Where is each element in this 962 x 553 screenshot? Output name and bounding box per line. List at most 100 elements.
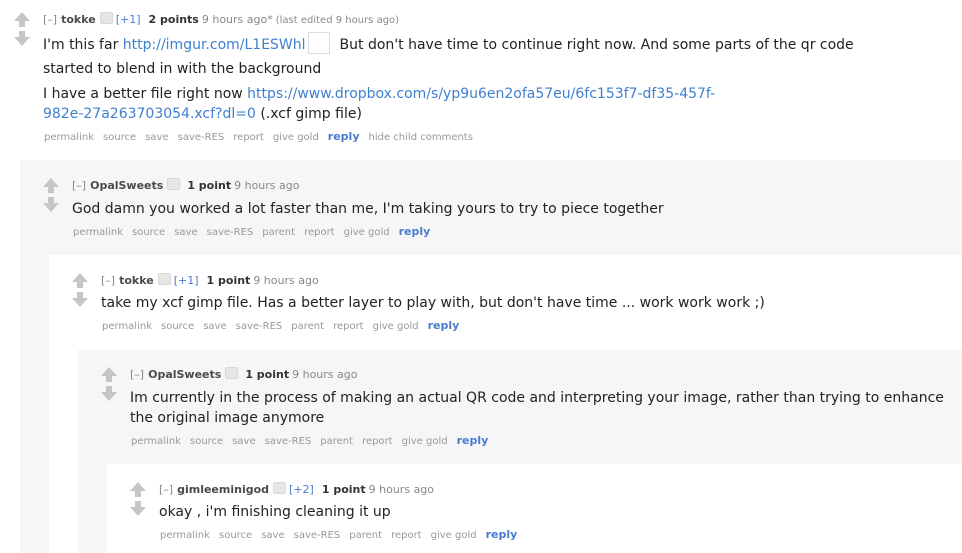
- comment-text: Im currently in the process of making an…: [130, 390, 944, 406]
- upvote-arrow-icon[interactable]: [43, 178, 59, 193]
- comment-author[interactable]: OpalSweets: [90, 179, 163, 192]
- dropbox-link-continued[interactable]: 982e-27a263703054.xcf?dl=0: [43, 106, 256, 122]
- downvote-arrow-icon[interactable]: [101, 386, 117, 401]
- reply-button[interactable]: reply: [328, 130, 360, 143]
- permalink-button[interactable]: permalink: [44, 132, 94, 143]
- permalink-button[interactable]: permalink: [131, 436, 181, 447]
- downvote-arrow-icon[interactable]: [130, 501, 146, 516]
- permalink-button[interactable]: permalink: [102, 321, 152, 332]
- save-button[interactable]: save: [203, 321, 226, 332]
- comment-author[interactable]: tokke: [119, 274, 154, 287]
- parent-button[interactable]: parent: [320, 436, 353, 447]
- comment-score: 1 point: [321, 483, 366, 496]
- collapse-toggle[interactable]: [–]: [72, 179, 86, 192]
- comment-text: the original image anymore: [130, 410, 325, 426]
- collapse-toggle[interactable]: [–]: [101, 274, 115, 287]
- save-button[interactable]: save: [145, 132, 168, 143]
- user-tag-icon[interactable]: [157, 273, 171, 285]
- give-gold-button[interactable]: give gold: [402, 436, 448, 447]
- parent-button[interactable]: parent: [291, 321, 324, 332]
- comment-time: 9 hours ago*: [201, 13, 273, 26]
- give-gold-button[interactable]: give gold: [373, 321, 419, 332]
- edited-note: (last edited 9 hours ago): [275, 15, 400, 26]
- collapse-toggle[interactable]: [–]: [130, 368, 144, 381]
- comment-text: I have a better file right now: [43, 86, 248, 102]
- comment-tagline: [–] OpalSweets 1 point 9 hours ago: [72, 178, 299, 192]
- save-res-button[interactable]: save-RES: [236, 321, 283, 332]
- save-button[interactable]: save: [261, 530, 284, 541]
- save-res-button[interactable]: save-RES: [178, 132, 225, 143]
- comment-author[interactable]: gimleeminigod: [177, 483, 269, 496]
- user-karma-tag[interactable]: [+2]: [289, 483, 314, 496]
- downvote-arrow-icon[interactable]: [72, 292, 88, 307]
- reply-button[interactable]: reply: [399, 225, 431, 238]
- comment-author[interactable]: tokke: [61, 13, 96, 26]
- save-res-button[interactable]: save-RES: [265, 436, 312, 447]
- comment-text: take my xcf gimp file. Has a better laye…: [101, 295, 765, 311]
- report-button[interactable]: report: [362, 436, 393, 447]
- parent-button[interactable]: parent: [262, 227, 295, 238]
- reply-button[interactable]: reply: [457, 434, 489, 447]
- source-button[interactable]: source: [161, 321, 194, 332]
- collapse-toggle[interactable]: [–]: [43, 13, 57, 26]
- upvote-arrow-icon[interactable]: [101, 367, 117, 382]
- comment-text: okay , i'm finishing cleaning it up: [159, 504, 391, 520]
- comment-text: I'm this far: [43, 37, 123, 53]
- comment-text: God damn you worked a lot faster than me…: [72, 201, 664, 217]
- comment-score: 1 point: [245, 368, 290, 381]
- user-karma-tag[interactable]: [+1]: [174, 274, 199, 287]
- upvote-arrow-icon[interactable]: [14, 12, 30, 27]
- comment-time: 9 hours ago: [253, 274, 319, 287]
- report-button[interactable]: report: [233, 132, 264, 143]
- report-button[interactable]: report: [304, 227, 335, 238]
- comment-actions: permalink source save save-RES report give go…: [44, 130, 482, 143]
- upvote-arrow-icon[interactable]: [72, 273, 88, 288]
- comment-text: started to blend in with the background: [43, 61, 322, 77]
- save-res-button[interactable]: save-RES: [207, 227, 254, 238]
- give-gold-button[interactable]: give gold: [344, 227, 390, 238]
- source-button[interactable]: source: [132, 227, 165, 238]
- comment-actions: permalink source save save-RES parent report g…: [160, 528, 526, 541]
- user-tag-icon[interactable]: [273, 482, 287, 494]
- give-gold-button[interactable]: give gold: [273, 132, 319, 143]
- parent-button[interactable]: parent: [349, 530, 382, 541]
- vote-controls: [99, 367, 119, 401]
- downvote-arrow-icon[interactable]: [14, 31, 30, 46]
- image-thumbnail[interactable]: [307, 32, 330, 54]
- comment-tagline: [–] gimleeminigod [+2] 1 point 9 hours ago: [159, 482, 434, 496]
- give-gold-button[interactable]: give gold: [431, 530, 477, 541]
- save-button[interactable]: save: [232, 436, 255, 447]
- upvote-arrow-icon[interactable]: [130, 482, 146, 497]
- dropbox-link[interactable]: https://www.dropbox.com/s/yp9u6en2ofa57e…: [247, 86, 715, 102]
- save-button[interactable]: save: [174, 227, 197, 238]
- vote-controls: [128, 482, 148, 516]
- source-button[interactable]: source: [190, 436, 223, 447]
- user-tag-icon[interactable]: [225, 367, 239, 379]
- report-button[interactable]: report: [333, 321, 364, 332]
- comment-author[interactable]: OpalSweets: [148, 368, 221, 381]
- comment-tagline: [–] tokke [+1] 2 points 9 hours ago* (last ed…: [43, 12, 399, 26]
- comment-score: 1 point: [206, 274, 251, 287]
- user-tag-icon[interactable]: [167, 178, 181, 190]
- comment-actions: permalink source save save-RES parent report g…: [102, 319, 468, 332]
- vote-controls: [12, 12, 32, 46]
- collapse-toggle[interactable]: [–]: [159, 483, 173, 496]
- imgur-link[interactable]: http://imgur.com/L1ESWhl: [123, 37, 306, 53]
- user-tag-icon[interactable]: [99, 12, 113, 24]
- permalink-button[interactable]: permalink: [160, 530, 210, 541]
- comment-actions: permalink source save save-RES parent report g…: [73, 225, 439, 238]
- comment-body-line: 982e-27a263703054.xcf?dl=0 (.xcf gimp fi…: [43, 104, 362, 124]
- permalink-button[interactable]: permalink: [73, 227, 123, 238]
- report-button[interactable]: report: [391, 530, 422, 541]
- source-button[interactable]: source: [103, 132, 136, 143]
- reply-button[interactable]: reply: [486, 528, 518, 541]
- save-res-button[interactable]: save-RES: [294, 530, 341, 541]
- downvote-arrow-icon[interactable]: [43, 197, 59, 212]
- user-karma-tag[interactable]: [+1]: [116, 13, 141, 26]
- source-button[interactable]: source: [219, 530, 252, 541]
- comment-text: But don't have time to continue right no…: [339, 37, 854, 53]
- vote-controls: [70, 273, 90, 307]
- reply-button[interactable]: reply: [428, 319, 460, 332]
- vote-controls: [41, 178, 61, 212]
- hide-child-comments-button[interactable]: hide child comments: [369, 132, 473, 143]
